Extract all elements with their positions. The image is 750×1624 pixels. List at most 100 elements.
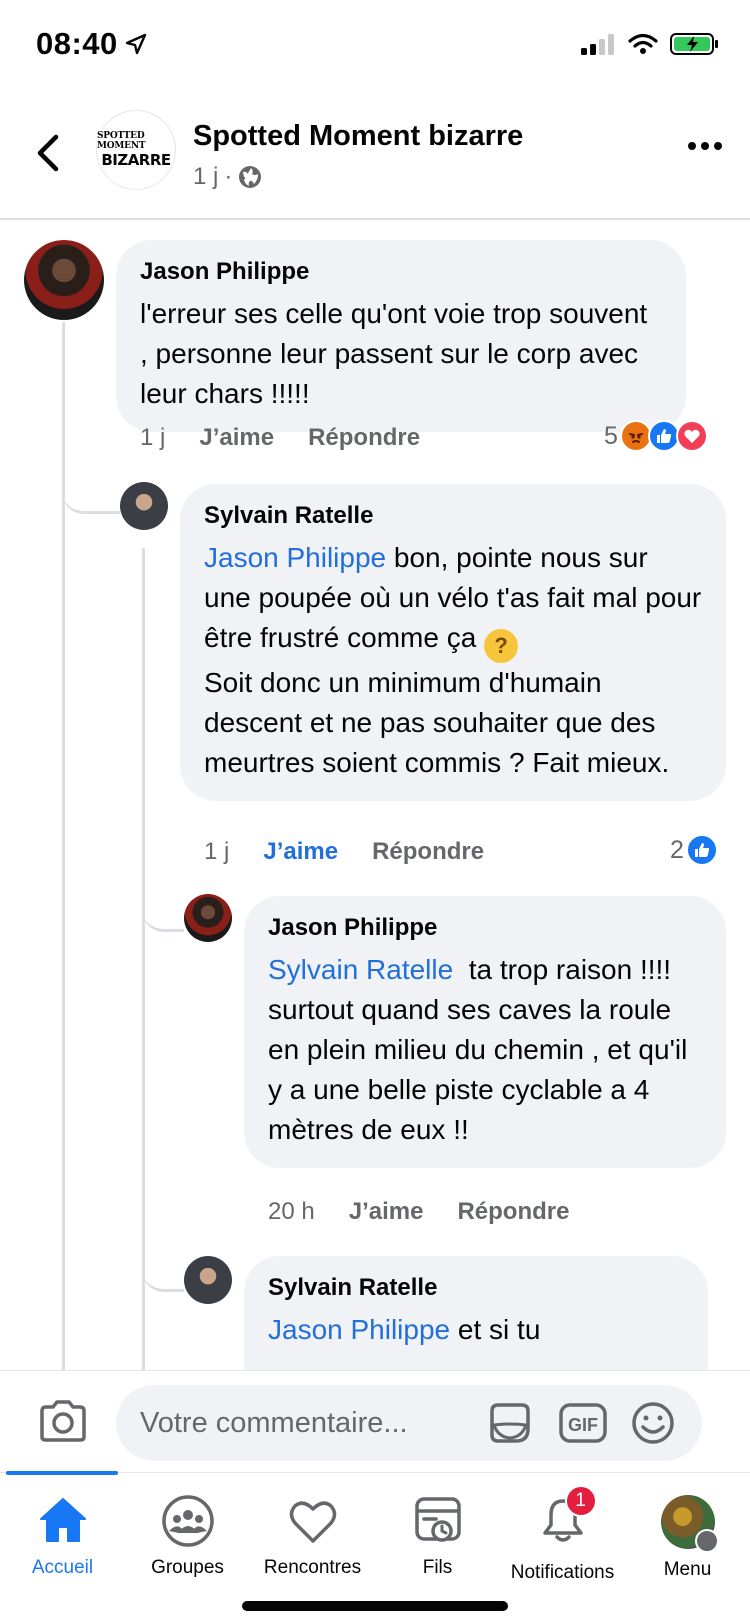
sticker-button[interactable] xyxy=(486,1401,534,1450)
comment-actions: 20 h J’aime Répondre xyxy=(268,1198,569,1226)
thread-connector xyxy=(142,862,184,932)
like-button[interactable]: J’aime xyxy=(263,838,338,866)
mention-link[interactable]: Jason Philippe xyxy=(204,542,386,573)
comment-bubble: Jason Philippe Sylvain Ratelle ta trop r… xyxy=(244,896,726,1168)
gif-icon: GIF xyxy=(559,1403,607,1443)
status-icons xyxy=(580,32,720,56)
tab-fils[interactable]: Fils xyxy=(375,1495,500,1579)
page-logo-top: SPOTTED MOMENT xyxy=(97,131,146,151)
gif-button[interactable]: GIF xyxy=(558,1401,608,1450)
mention-link[interactable]: Jason Philippe xyxy=(268,1314,450,1345)
comment-bubble: Jason Philippe l'erreur ses celle qu'ont… xyxy=(116,240,686,432)
comment-input[interactable] xyxy=(116,1385,702,1461)
status-time: 08:40 xyxy=(36,26,148,62)
like-button[interactable]: J’aime xyxy=(349,1198,424,1226)
tab-label: Groupes xyxy=(151,1557,224,1578)
location-arrow-icon xyxy=(125,33,146,55)
avatar[interactable] xyxy=(24,240,104,320)
tab-label: Menu xyxy=(663,1559,712,1580)
feeds-icon xyxy=(414,1497,461,1542)
reply-button[interactable]: Répondre xyxy=(457,1198,569,1226)
thread-connector xyxy=(62,422,120,514)
tab-label: Fils xyxy=(422,1557,453,1578)
comment-time[interactable]: 1 j xyxy=(204,838,229,866)
like-reaction-icon xyxy=(685,834,718,866)
svg-text:GIF: GIF xyxy=(568,1415,598,1435)
comment-text: l'erreur ses celle qu'ont voie trop souv… xyxy=(140,298,648,409)
back-button[interactable] xyxy=(30,128,66,178)
post-header: SPOTTED MOMENT BIZARRE Spotted Moment bi… xyxy=(0,90,750,220)
tab-label: Rencontres xyxy=(263,1557,362,1578)
page-title[interactable]: Spotted Moment bizarre xyxy=(193,120,523,153)
thread-connector xyxy=(142,1222,184,1292)
comment-text: Jason Philippe et si tu xyxy=(268,1310,684,1350)
active-tab-indicator xyxy=(6,1471,118,1475)
comment-text: Sylvain Ratelle ta trop raison !!!! surt… xyxy=(268,950,702,1150)
more-dot-icon xyxy=(714,142,722,150)
smiley-icon xyxy=(632,1402,674,1444)
home-icon xyxy=(39,1498,86,1542)
comment-time[interactable]: 20 h xyxy=(268,1198,315,1226)
tab-rencontres[interactable]: Rencontres xyxy=(250,1495,375,1579)
camera-button[interactable] xyxy=(38,1399,88,1448)
comment-author[interactable]: Sylvain Ratelle xyxy=(268,1274,684,1302)
comment-author[interactable]: Jason Philippe xyxy=(268,914,702,942)
more-dot-icon xyxy=(701,142,709,150)
meta-separator: · xyxy=(224,163,233,190)
back-chevron-icon xyxy=(37,134,59,172)
groups-icon xyxy=(161,1495,214,1547)
reaction-count: 5 xyxy=(604,421,618,450)
comment-text: Jason Philippe bon, pointe nous sur une … xyxy=(204,538,702,783)
love-reaction-icon xyxy=(675,420,708,452)
heart-outline-icon xyxy=(289,1501,336,1543)
page-avatar[interactable]: SPOTTED MOMENT BIZARRE xyxy=(96,110,176,190)
emoji-button[interactable] xyxy=(630,1401,676,1450)
comment-author[interactable]: Jason Philippe xyxy=(140,258,662,286)
avatar[interactable] xyxy=(184,894,232,942)
comment-composer: GIF xyxy=(0,1370,750,1470)
tab-label: Accueil xyxy=(31,1557,94,1578)
tab-accueil[interactable]: Accueil xyxy=(0,1495,125,1579)
menu-hamburger-icon xyxy=(694,1529,719,1553)
tab-menu[interactable]: Menu xyxy=(625,1495,750,1581)
reaction-summary[interactable]: 2 xyxy=(670,834,718,866)
reply-button[interactable]: Répondre xyxy=(372,838,484,866)
more-dot-icon xyxy=(688,142,696,150)
comment-bubble: Sylvain Ratelle Jason Philippe bon, poin… xyxy=(180,484,726,801)
notifications-icon-wrap: 1 xyxy=(537,1485,597,1552)
reaction-summary[interactable]: 5 xyxy=(604,420,708,452)
comment-text-part: et si tu xyxy=(450,1314,541,1345)
avatar[interactable] xyxy=(120,482,168,530)
camera-icon xyxy=(40,1400,86,1442)
tab-groupes[interactable]: Groupes xyxy=(125,1495,250,1579)
status-bar: 08:40 xyxy=(0,0,750,90)
post-time: 1 j xyxy=(193,163,219,190)
tab-notifications[interactable]: 1 Notifications xyxy=(500,1485,625,1584)
reply-button[interactable]: Répondre xyxy=(308,424,420,452)
battery-charging-icon xyxy=(670,33,718,55)
comment-actions: 1 j J’aime Répondre xyxy=(140,424,420,452)
comment-bubble: Sylvain Ratelle Jason Philippe et si tu xyxy=(244,1256,708,1370)
cellular-signal-icon xyxy=(581,34,614,55)
comment-author[interactable]: Sylvain Ratelle xyxy=(204,502,702,530)
tab-label: Notifications xyxy=(510,1562,615,1583)
page-logo-bottom: BIZARRE xyxy=(101,151,171,169)
comment-time[interactable]: 1 j xyxy=(140,424,165,452)
mention-link[interactable]: Sylvain Ratelle xyxy=(268,954,453,985)
avatar[interactable] xyxy=(184,1256,232,1304)
post-meta: 1 j · xyxy=(193,163,262,191)
like-button[interactable]: J’aime xyxy=(199,424,274,452)
thinking-emoji-icon: ? xyxy=(484,629,519,663)
reaction-count: 2 xyxy=(670,835,684,864)
sticker-icon xyxy=(490,1403,530,1443)
globe-icon xyxy=(239,166,262,188)
home-indicator[interactable] xyxy=(242,1601,508,1611)
comment-text-part: Soit donc un minimum d'humain descent et… xyxy=(204,667,670,778)
comment-actions: 1 j J’aime Répondre xyxy=(204,838,484,866)
wifi-icon xyxy=(628,33,658,54)
clock-text: 08:40 xyxy=(36,26,118,61)
notification-badge: 1 xyxy=(564,1485,597,1517)
bottom-tab-bar: Accueil Groupes Rencontres Fils 1 Notifi… xyxy=(0,1471,750,1624)
profile-avatar xyxy=(660,1495,719,1553)
more-options-button[interactable] xyxy=(688,142,722,150)
